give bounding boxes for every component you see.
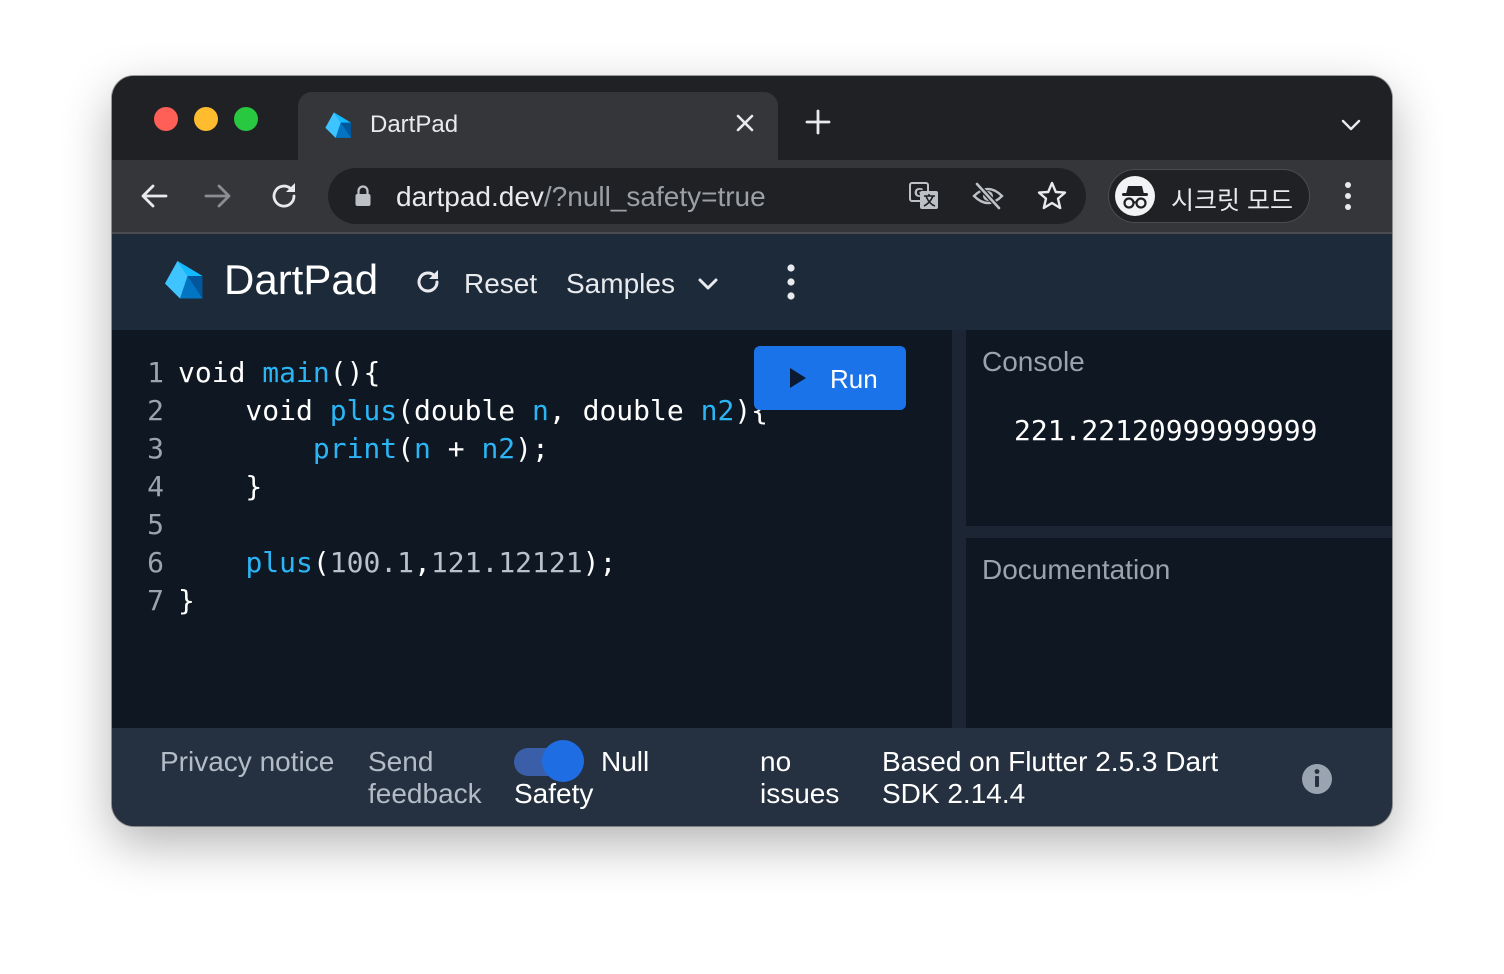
new-tab-plus-icon[interactable] [804,108,832,136]
code-identifier: n2 [481,432,516,465]
code-text: (){ [329,356,381,389]
dart-logo-icon [165,261,203,299]
code-text: void [178,394,330,427]
null-safety-label-line2: Safety [514,778,594,809]
code-text: (double [397,394,533,427]
tab-strip: DartPad [112,76,1392,160]
code-text: + [430,432,482,465]
refresh-icon [417,270,439,293]
address-bar[interactable]: dartpad.dev/?null_safety=true G [328,168,1086,224]
run-button[interactable]: Run [754,346,906,410]
app-header: DartPad Reset Samples [112,234,1392,330]
null-safety-label: Null Safety [514,746,704,810]
incognito-glyph-icon [1122,186,1148,209]
code-text: ( [312,546,330,579]
browser-menu-icon[interactable] [1332,178,1364,214]
samples-label: Samples [566,268,675,299]
code-text: , double [548,394,701,427]
bookmark-star-icon[interactable] [1036,180,1068,212]
code-line[interactable]: 5 [112,506,768,544]
code-editor[interactable]: 1 void main(){2 void plus(double n, doubl… [112,330,952,728]
documentation-title: Documentation [982,554,1171,585]
code-text: ); [582,546,617,579]
code-text: , [414,546,431,579]
incognito-icon [1115,176,1155,216]
code-text: void [178,356,263,389]
code-text: } [178,470,263,503]
line-number: 1 [147,356,164,389]
console-panel: Console 221.22120999999999 [966,330,1392,526]
maximize-window-button[interactable] [234,107,258,131]
code-line[interactable]: 3 print(n + n2); [112,430,768,468]
line-number: 6 [147,546,164,579]
eye-off-icon[interactable] [972,180,1004,212]
code-line[interactable]: 1 void main(){ [112,354,768,392]
tab-dartpad[interactable]: DartPad [298,92,778,160]
code-identifier: print [312,432,398,465]
code-line[interactable]: 4 } [112,468,768,506]
code-text: ( [397,432,415,465]
back-arrow-icon[interactable] [138,180,170,212]
forward-arrow-icon[interactable] [202,180,234,212]
translate-icon[interactable]: G [908,180,940,212]
incognito-label: 시크릿 모드 [1171,187,1293,215]
url-path: /?null_safety=true [543,181,766,212]
code-line[interactable]: 6 plus(100.1,121.12121); [112,544,768,582]
horizontal-splitter[interactable] [966,526,1392,538]
url-host: dartpad.dev [396,181,544,212]
tab-title: DartPad [370,111,459,138]
line-number: 3 [147,432,164,465]
browser-toolbar: dartpad.dev/?null_safety=true G 시크릿 모드 [112,160,1392,234]
version-info: Based on Flutter 2.5.3 Dart SDK 2.14.4 [882,746,1219,809]
lock-icon[interactable] [354,185,372,207]
app-title: DartPad [224,256,379,303]
send-feedback-link[interactable]: Send feedback [368,746,508,810]
browser-window: DartPad dartpad.dev/?null_safety=true G … [112,76,1392,826]
null-safety-label-line1: Null [601,746,650,777]
incognito-profile-button[interactable]: 시크릿 모드 [1108,169,1310,223]
close-window-button[interactable] [154,107,178,131]
status-footer: Privacy notice Send feedback Null Safety… [112,728,1392,826]
play-icon [790,368,806,388]
code-identifier: n [414,432,431,465]
line-number: 4 [147,470,164,503]
code-lines[interactable]: 1 void main(){2 void plus(double n, doubl… [112,354,768,620]
console-output: 221.22120999999999 [1014,414,1318,447]
privacy-notice-link[interactable]: Privacy notice [160,746,340,778]
minimize-window-button[interactable] [194,107,218,131]
code-identifier: n2 [700,394,735,427]
line-number: 2 [147,394,164,427]
close-icon[interactable] [730,108,760,138]
code-text: ); [515,432,549,465]
line-number: 5 [147,508,164,541]
code-line[interactable]: 7} [112,582,768,620]
code-line[interactable]: 2 void plus(double n, double n2){ [112,392,768,430]
issues-status: no issues [760,746,840,809]
vertical-splitter[interactable] [952,330,966,728]
line-number: 7 [147,584,164,617]
samples-dropdown[interactable]: Samples [566,262,726,306]
code-text: } [178,584,195,617]
code-number: 121.12121 [430,546,583,579]
dart-logo-icon [325,112,351,138]
documentation-panel: Documentation [966,538,1392,728]
code-number: 100.1 [329,546,415,579]
reset-label: Reset [464,268,538,299]
code-identifier: plus [329,394,398,427]
run-label: Run [830,364,878,394]
code-identifier: plus [245,546,313,579]
url-text: dartpad.dev/?null_safety=true [396,181,766,213]
chevron-down-icon [698,278,718,290]
info-icon[interactable] [1300,762,1334,796]
chevron-down-icon[interactable] [1340,114,1362,136]
code-identifier: n [532,394,549,427]
console-title: Console [982,346,1085,377]
more-options-icon[interactable] [776,262,806,302]
code-identifier: main [262,356,330,389]
reload-icon[interactable] [268,180,300,212]
